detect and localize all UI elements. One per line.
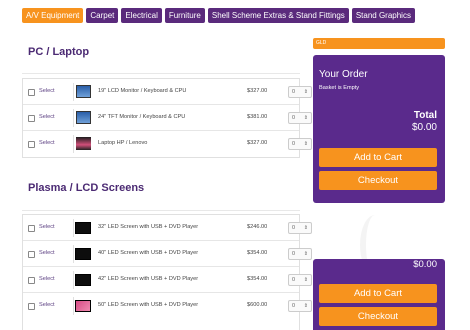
product-thumbnail — [73, 135, 91, 153]
product-description: Laptop HP / Lenovo — [98, 140, 148, 146]
table-row: Select 50" LED Screen with USB + DVD Pla… — [23, 293, 312, 319]
tab-stand-graphics[interactable]: Stand Graphics — [351, 8, 415, 23]
tab-av-equipment[interactable]: A/V Equipment — [22, 8, 84, 23]
quantity-value: 0 — [292, 141, 296, 147]
total-label: Total — [413, 110, 437, 121]
laptop-image — [76, 137, 91, 150]
quantity-select[interactable]: 0 ⇕ — [288, 222, 312, 234]
product-thumbnail — [73, 109, 91, 127]
select-label: Select — [39, 302, 55, 308]
product-description: 42" LED Screen with USB + DVD Player — [98, 276, 199, 282]
table-row: Select 32" LED Screen with USB + DVD Pla… — [23, 215, 312, 241]
product-description: 24" TFT Monitor / Keyboard & CPU — [98, 114, 186, 120]
select-checkbox[interactable] — [28, 303, 35, 310]
monitor-pc-image — [76, 85, 91, 98]
product-description: 50" LED Screen with USB + DVD Player — [98, 302, 199, 308]
tab-furniture[interactable]: Furniture — [164, 8, 205, 23]
add-to-cart-button[interactable]: Add to Cart — [319, 284, 437, 303]
product-table-screens: Select 32" LED Screen with USB + DVD Pla… — [22, 214, 312, 330]
table-row: Select 19" LCD Monitor / Keyboard & CPU … — [23, 79, 312, 105]
product-description: 19" LCD Monitor / Keyboard & CPU — [98, 88, 187, 94]
section-title-plasma-lcd: Plasma / LCD Screens — [28, 182, 145, 194]
table-row: Select Laptop HP / Lenovo $327.00 0 ⇕ — [23, 131, 312, 157]
gld-badge: GLD — [313, 38, 445, 49]
tv-image — [75, 274, 91, 286]
tab-electrical[interactable]: Electrical — [121, 8, 162, 23]
select-label: Select — [39, 140, 55, 146]
product-price: $327.00 — [247, 88, 268, 94]
select-checkbox[interactable] — [28, 89, 35, 96]
quantity-value: 0 — [292, 115, 296, 121]
order-title: Your Order — [319, 69, 368, 80]
select-checkbox[interactable] — [28, 115, 35, 122]
chevron-updown-icon: ⇕ — [303, 277, 308, 283]
checkout-button[interactable]: Checkout — [319, 307, 437, 326]
chevron-updown-icon: ⇕ — [303, 303, 308, 309]
tab-shell-scheme-extras[interactable]: Shell Scheme Extras & Stand Fittings — [207, 8, 349, 23]
table-row: Select 40" LED Screen with USB + DVD Pla… — [23, 241, 312, 267]
order-panel-sticky: $0.00 Add to Cart Checkout — [313, 259, 445, 330]
product-price: $354.00 — [247, 276, 268, 282]
quantity-select[interactable]: 0 ⇕ — [288, 274, 312, 286]
quantity-value: 0 — [292, 251, 296, 257]
product-price: $354.00 — [247, 250, 268, 256]
checkout-button[interactable]: Checkout — [319, 171, 437, 190]
monitor-pc-image — [76, 111, 91, 124]
quantity-select[interactable]: 0 ⇕ — [288, 138, 312, 150]
order-panel: Your Order Basket is Empty Total $0.00 A… — [313, 55, 445, 203]
product-price: $246.00 — [247, 224, 268, 230]
quantity-value: 0 — [292, 89, 296, 95]
select-checkbox[interactable] — [28, 141, 35, 148]
chevron-updown-icon: ⇕ — [303, 225, 308, 231]
product-description: 32" LED Screen with USB + DVD Player — [98, 224, 199, 230]
product-price: $381.00 — [247, 114, 268, 120]
select-label: Select — [39, 224, 55, 230]
quantity-select[interactable]: 0 ⇕ — [288, 112, 312, 124]
divider — [22, 73, 300, 74]
tv-image — [75, 222, 91, 234]
table-row: Select 42" LED Screen with USB + DVD Pla… — [23, 267, 312, 293]
tab-carpet[interactable]: Carpet — [86, 8, 119, 23]
product-thumbnail — [73, 297, 91, 315]
chevron-updown-icon: ⇕ — [303, 115, 308, 121]
product-price: $600.00 — [247, 302, 268, 308]
chevron-updown-icon: ⇕ — [303, 89, 308, 95]
product-description: 40" LED Screen with USB + DVD Player — [98, 250, 199, 256]
tv-image — [75, 248, 91, 260]
select-label: Select — [39, 276, 55, 282]
product-price: $327.00 — [247, 140, 268, 146]
product-thumbnail — [73, 245, 91, 263]
product-thumbnail — [73, 219, 91, 237]
product-thumbnail — [73, 83, 91, 101]
select-checkbox[interactable] — [28, 277, 35, 284]
select-label: Select — [39, 114, 55, 120]
select-checkbox[interactable] — [28, 225, 35, 232]
chevron-updown-icon: ⇕ — [303, 251, 308, 257]
select-label: Select — [39, 250, 55, 256]
product-thumbnail — [73, 271, 91, 289]
table-row: Select 24" TFT Monitor / Keyboard & CPU … — [23, 105, 312, 131]
quantity-value: 0 — [292, 277, 296, 283]
quantity-value: 0 — [292, 303, 296, 309]
chevron-updown-icon: ⇕ — [303, 141, 308, 147]
total-value: $0.00 — [413, 259, 437, 270]
select-label: Select — [39, 88, 55, 94]
basket-status: Basket is Empty — [319, 85, 360, 91]
total-value: $0.00 — [411, 122, 437, 133]
quantity-select[interactable]: 0 ⇕ — [288, 86, 312, 98]
category-tabs: A/V Equipment Carpet Electrical Furnitur… — [22, 8, 415, 23]
divider — [22, 210, 300, 211]
quantity-select[interactable]: 0 ⇕ — [288, 300, 312, 312]
add-to-cart-button[interactable]: Add to Cart — [319, 148, 437, 167]
select-checkbox[interactable] — [28, 251, 35, 258]
quantity-select[interactable]: 0 ⇕ — [288, 248, 312, 260]
quantity-value: 0 — [292, 225, 296, 231]
product-table-pc: Select 19" LCD Monitor / Keyboard & CPU … — [22, 78, 312, 158]
tv-image — [75, 300, 91, 312]
section-title-pc-laptop: PC / Laptop — [28, 46, 90, 58]
